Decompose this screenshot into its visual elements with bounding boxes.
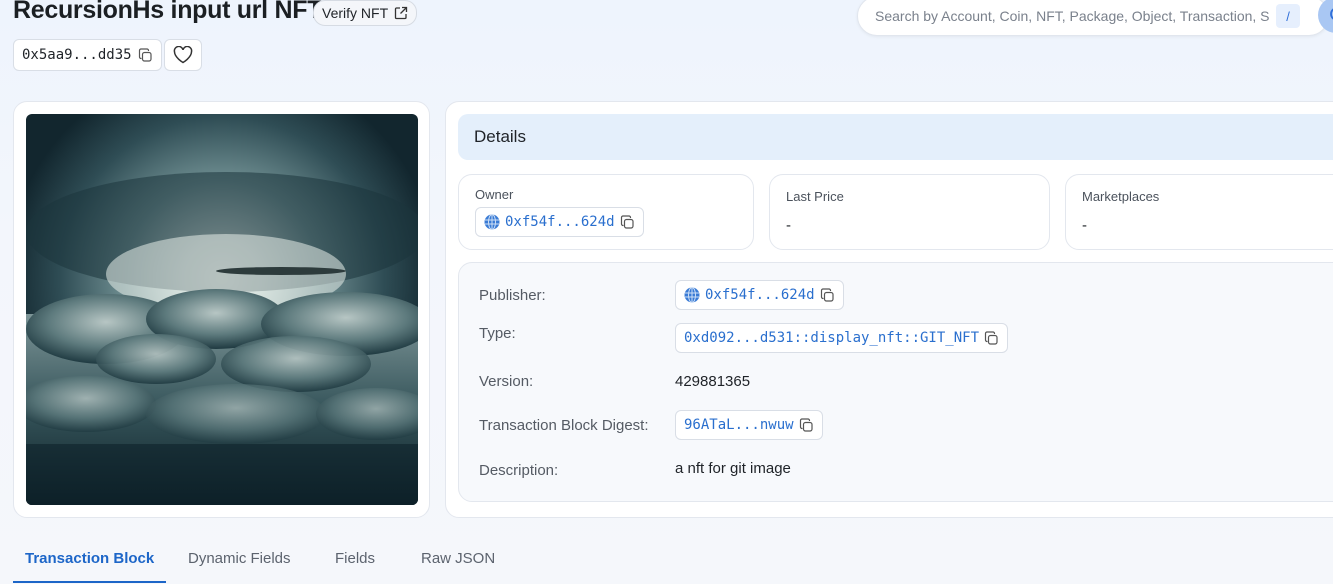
object-address-chip[interactable]: 0x5aa9...dd35 xyxy=(13,39,162,71)
last-price-card: Last Price - xyxy=(769,174,1050,250)
verify-nft-label: Verify NFT xyxy=(322,5,389,21)
object-address: 0x5aa9...dd35 xyxy=(22,47,132,63)
last-price-value: - xyxy=(786,217,791,234)
publisher-address: 0xf54f...624d xyxy=(705,287,815,303)
globe-avatar-icon xyxy=(684,287,700,303)
verify-nft-button[interactable]: Verify NFT xyxy=(313,0,418,26)
description-label: Description: xyxy=(479,462,559,479)
type-value: 0xd092...d531::display_nft::GIT_NFT xyxy=(684,330,980,346)
search-input[interactable] xyxy=(873,7,1272,25)
description-value: a nft for git image xyxy=(675,460,791,477)
owner-address: 0xf54f...624d xyxy=(505,214,615,230)
heart-icon xyxy=(173,46,193,64)
copy-icon[interactable] xyxy=(620,214,635,230)
search-shortcut-hint: / xyxy=(1276,4,1300,28)
details-card: Details Owner 0xf54f...624d Last Price -… xyxy=(445,101,1333,518)
copy-icon[interactable] xyxy=(138,47,153,63)
owner-card: Owner 0xf54f...624d xyxy=(458,174,754,250)
marketplaces-value: - xyxy=(1082,217,1087,234)
search-button[interactable] xyxy=(1318,0,1333,33)
details-heading: Details xyxy=(458,114,1333,160)
copy-icon[interactable] xyxy=(799,417,814,433)
search-bar[interactable]: / xyxy=(857,0,1333,36)
tab-dynamic-fields[interactable]: Dynamic Fields xyxy=(176,550,303,583)
page-title: RecursionHs input url NFT xyxy=(13,0,323,24)
publisher-address-chip[interactable]: 0xf54f...624d xyxy=(675,280,844,310)
digest-value: 96ATaL...nwuw xyxy=(684,417,794,433)
digest-label: Transaction Block Digest: xyxy=(479,417,649,434)
external-link-icon xyxy=(394,6,408,20)
marketplaces-label: Marketplaces xyxy=(1082,189,1160,204)
digest-value-chip[interactable]: 96ATaL...nwuw xyxy=(675,410,823,440)
nft-image-card xyxy=(13,101,430,518)
detail-tabs: Transaction Block Dynamic Fields Fields … xyxy=(13,540,1333,584)
last-price-label: Last Price xyxy=(786,189,844,204)
properties-panel: Publisher: 0xf54f...624d Type: 0xd092...… xyxy=(458,262,1333,502)
search-icon xyxy=(1330,8,1333,20)
owner-address-chip[interactable]: 0xf54f...624d xyxy=(475,207,644,237)
version-value: 429881365 xyxy=(675,373,751,390)
type-label: Type: xyxy=(479,325,516,342)
type-value-chip[interactable]: 0xd092...d531::display_nft::GIT_NFT xyxy=(675,323,1009,353)
favorite-button[interactable] xyxy=(164,39,202,71)
tab-fields[interactable]: Fields xyxy=(323,550,387,583)
copy-icon[interactable] xyxy=(820,287,835,303)
marketplaces-card: Marketplaces - xyxy=(1065,174,1333,250)
globe-avatar-icon xyxy=(484,214,500,230)
publisher-label: Publisher: xyxy=(479,287,546,304)
tab-raw-json[interactable]: Raw JSON xyxy=(409,550,507,583)
version-label: Version: xyxy=(479,373,534,390)
owner-label: Owner xyxy=(475,187,514,202)
nft-image[interactable] xyxy=(26,114,418,505)
copy-icon[interactable] xyxy=(984,330,999,346)
tab-transaction-block[interactable]: Transaction Block xyxy=(13,550,167,583)
